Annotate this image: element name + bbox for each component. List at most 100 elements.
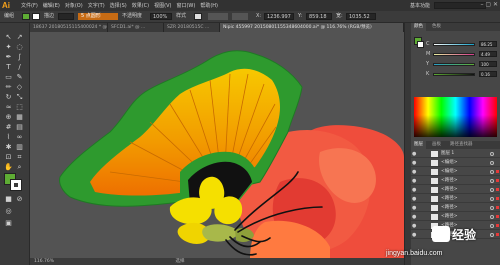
shape-builder-icon[interactable]: ⊕ [4,113,13,121]
menu-type[interactable]: 文字(T) [88,2,105,9]
visibility-eye-icon[interactable]: ● [412,232,418,238]
layer-target-icon[interactable] [490,215,494,219]
document-tab-active[interactable]: Nipic 455997 20150801155348604000.ai* @ … [220,23,404,32]
screen-mode-icon[interactable]: ▣ [4,219,13,227]
artboard-canvas[interactable] [30,32,404,258]
rotate-icon[interactable]: ↻ [4,93,13,101]
eyedropper-icon[interactable]: ⌇ [4,133,13,141]
layer-target-icon[interactable] [490,197,494,201]
layer-target-icon[interactable] [490,152,494,156]
zoom-tool-icon[interactable]: ⌕ [15,163,24,171]
visibility-eye-icon[interactable]: ● [412,169,418,175]
visibility-eye-icon[interactable]: ● [412,196,418,202]
mesh-icon[interactable]: # [4,123,13,131]
visibility-eye-icon[interactable]: ● [412,178,418,184]
style-swatch[interactable] [194,13,202,20]
menu-object[interactable]: 对象(O) [65,2,83,9]
perspective-grid-icon[interactable]: ▦ [15,113,24,121]
gradient-icon[interactable]: ▤ [15,123,24,131]
layer-row[interactable]: ● <编组> [411,168,500,176]
slider-value-y[interactable]: 100 [479,61,497,67]
window-controls[interactable]: – ▢ ✕ [480,1,498,8]
document-tab[interactable]: 18637 20180515115400024 * @... [30,23,108,32]
document-tab[interactable]: SZR 20180515C ... [164,23,220,32]
tab-artboards[interactable]: 画板 [429,141,444,149]
visibility-eye-icon[interactable]: ● [412,151,418,157]
paintbrush-icon[interactable]: ✎ [15,73,24,81]
visibility-eye-icon[interactable]: ● [412,223,418,229]
tab-color[interactable]: 颜色 [411,23,426,31]
menu-window[interactable]: 窗口(W) [176,2,195,9]
eraser-icon[interactable]: ◇ [15,83,24,91]
scale-icon[interactable]: ⤡ [15,93,24,101]
line-tool-icon[interactable]: / [15,63,24,71]
fill-color-swatch[interactable] [22,13,30,20]
visibility-eye-icon[interactable]: ● [412,187,418,193]
layer-target-icon[interactable] [490,170,494,174]
slider-c[interactable] [433,43,475,46]
lasso-icon[interactable]: ◌ [15,43,24,51]
layer-target-icon[interactable] [490,233,494,237]
stroke-swatch[interactable] [10,179,22,191]
layer-row[interactable]: ● <路径> [411,177,500,185]
color-spectrum[interactable] [414,97,497,137]
layer-row[interactable]: ● <路径> [411,213,500,221]
layer-row[interactable]: ● <路径> [411,186,500,194]
visibility-eye-icon[interactable]: ● [412,160,418,166]
type-tool-icon[interactable]: T [4,63,13,71]
brush-definition[interactable]: 5 点圆形 [78,13,118,20]
workspace-switcher[interactable]: 基本功能 [410,2,430,9]
slice-tool-icon[interactable]: ⌗ [15,153,24,161]
layer-row[interactable]: ● 图层 1 [411,150,500,158]
menu-effect[interactable]: 效果(C) [132,2,149,9]
visibility-eye-icon[interactable]: ● [412,214,418,220]
magic-wand-icon[interactable]: ✦ [4,43,13,51]
artboard-tool-icon[interactable]: ⊡ [4,153,13,161]
layer-target-icon[interactable] [490,206,494,210]
slider-y[interactable] [433,63,475,66]
search-input[interactable] [434,2,486,9]
blend-icon[interactable]: ∞ [15,133,24,141]
transform-buttons[interactable] [232,13,248,20]
zoom-level[interactable]: 116.76% [34,259,54,264]
warp-icon[interactable]: ≈ [4,103,13,111]
visibility-eye-icon[interactable]: ● [412,205,418,211]
menu-help[interactable]: 帮助(H) [200,2,218,9]
menu-file[interactable]: 文件(F) [21,2,38,9]
layer-target-icon[interactable] [490,224,494,228]
y-field[interactable]: 859.18 [306,13,332,20]
align-buttons[interactable] [208,13,228,20]
tab-pathfinder[interactable]: 路径查找器 [447,141,476,149]
w-field[interactable]: 1035.52 [346,13,376,20]
opacity-field[interactable]: 100% [150,13,172,20]
graph-tool-icon[interactable]: ▥ [15,143,24,151]
layer-target-icon[interactable] [490,179,494,183]
direct-selection-tool-icon[interactable]: ↗ [15,33,24,41]
curvature-tool-icon[interactable]: ∫ [15,53,24,61]
slider-value-c[interactable]: 86.25 [479,41,497,47]
stroke-weight-field[interactable] [58,13,74,20]
rectangle-tool-icon[interactable]: ▭ [4,73,13,81]
tab-layers[interactable]: 图层 [411,141,426,149]
layer-row[interactable]: ● <编组> [411,159,500,167]
slider-m[interactable] [433,53,475,56]
menu-select[interactable]: 选择(S) [110,2,127,9]
pencil-icon[interactable]: ✏ [4,83,13,91]
slider-value-m[interactable]: 4.49 [479,51,497,57]
color-mode-icon[interactable]: ■ [4,195,13,203]
stroke-color-swatch[interactable] [32,13,40,20]
slider-k[interactable] [433,73,475,76]
slider-value-k[interactable]: 0.16 [479,71,497,77]
panel-stroke-swatch[interactable] [417,41,424,48]
none-color-icon[interactable]: ⊘ [15,195,24,203]
x-field[interactable]: 1236.997 [264,13,294,20]
free-transform-icon[interactable]: ⬚ [15,103,24,111]
layer-target-icon[interactable] [490,188,494,192]
pen-tool-icon[interactable]: ✒ [4,53,13,61]
selection-tool-icon[interactable]: ↖ [4,33,13,41]
document-tab[interactable]: SFCD1.ai* @ ... [108,23,164,32]
menu-view[interactable]: 视图(V) [154,2,171,9]
menu-edit[interactable]: 编辑(E) [43,2,60,9]
layer-row[interactable]: ● <路径> [411,204,500,212]
tab-swatches[interactable]: 色板 [429,23,444,31]
